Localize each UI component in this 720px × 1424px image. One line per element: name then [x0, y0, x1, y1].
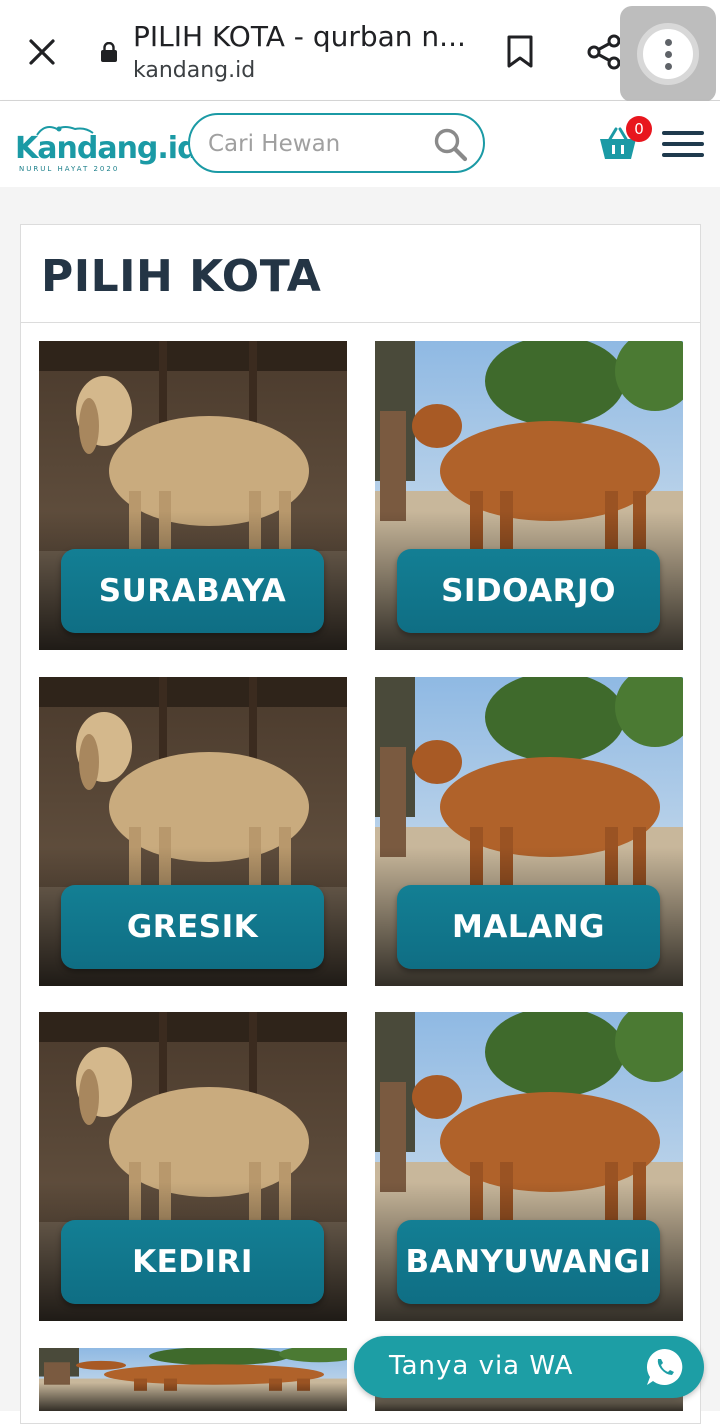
- tab-title[interactable]: PILIH KOTA - qurban n...: [133, 20, 473, 53]
- city-card-partial[interactable]: [39, 1348, 347, 1411]
- city-card-surabaya[interactable]: SURABAYA: [39, 341, 347, 650]
- city-card-banyuwangi[interactable]: BANYUWANGI: [375, 1012, 683, 1321]
- logo-text: Kandang.id: [15, 131, 199, 166]
- city-photo[interactable]: [39, 1348, 347, 1411]
- whatsapp-icon: [644, 1346, 686, 1388]
- city-button[interactable]: MALANG: [397, 885, 660, 969]
- site-header: Kandang.id NURUL HAYAT 2020 0: [0, 101, 720, 187]
- search-input[interactable]: [208, 128, 428, 160]
- search-icon[interactable]: [433, 127, 469, 163]
- city-button[interactable]: SURABAYA: [61, 549, 324, 633]
- city-card-gresik[interactable]: GRESIK: [39, 677, 347, 986]
- browser-bar: PILIH KOTA - qurban n... kandang.id: [0, 0, 720, 102]
- city-button[interactable]: BANYUWANGI: [397, 1220, 660, 1304]
- page-title: PILIH KOTA: [41, 251, 322, 302]
- lock-icon: [100, 41, 118, 62]
- city-card-kediri[interactable]: KEDIRI: [39, 1012, 347, 1321]
- logo[interactable]: Kandang.id NURUL HAYAT 2020: [15, 123, 199, 175]
- city-button[interactable]: GRESIK: [61, 885, 324, 969]
- ask-via-wa-button[interactable]: Tanya via WA: [354, 1336, 704, 1398]
- city-card-malang[interactable]: MALANG: [375, 677, 683, 986]
- city-button[interactable]: KEDIRI: [61, 1220, 324, 1304]
- cart-count-badge: 0: [626, 116, 652, 142]
- city-button[interactable]: SIDOARJO: [397, 549, 660, 633]
- wa-button-label: Tanya via WA: [389, 1351, 574, 1381]
- city-card-sidoarjo[interactable]: SIDOARJO: [375, 341, 683, 650]
- hamburger-icon[interactable]: [662, 131, 704, 157]
- panel-header: PILIH KOTA: [21, 225, 700, 323]
- tab-url[interactable]: kandang.id: [133, 58, 255, 83]
- search-box[interactable]: [188, 113, 485, 173]
- close-icon[interactable]: [22, 32, 62, 72]
- bookmark-icon[interactable]: [500, 30, 540, 74]
- logo-subtitle: NURUL HAYAT 2020: [19, 165, 120, 173]
- more-vert-icon[interactable]: [620, 6, 716, 102]
